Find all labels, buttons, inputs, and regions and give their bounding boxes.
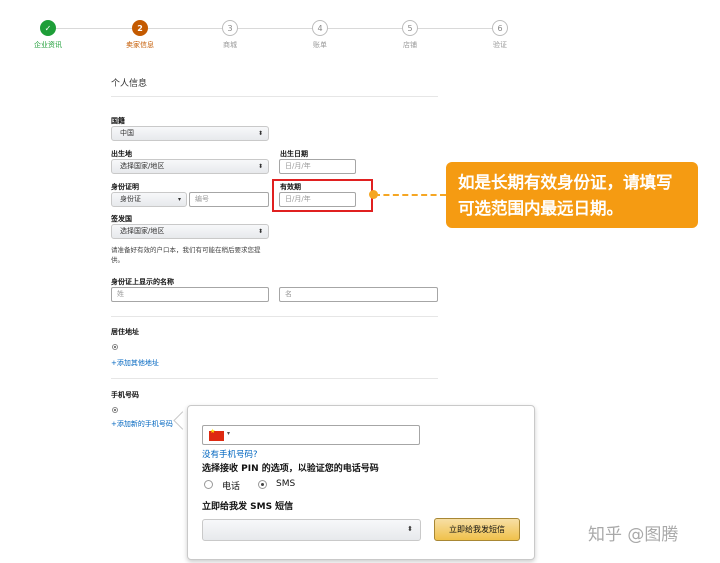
- id-proof-label: 身份证明: [111, 183, 139, 191]
- birthplace-select[interactable]: 选择国家/地区 ⬍: [111, 159, 269, 174]
- step-1-label: 企业资讯: [34, 41, 62, 49]
- section-divider: [111, 96, 438, 97]
- id-type-value: 身份证: [120, 195, 141, 203]
- household-note: 请准备好有效的户口本，我们有可能在稍后要求您提供。: [111, 246, 261, 264]
- address-radio[interactable]: [112, 344, 118, 350]
- step-1-check-icon: ✓: [40, 20, 56, 36]
- step-2-circle: 2: [132, 20, 148, 36]
- step-4-circle: 4: [312, 20, 328, 36]
- step-4-label: 账单: [313, 41, 327, 49]
- nationality-value: 中国: [120, 129, 134, 137]
- call-radio[interactable]: [204, 480, 213, 489]
- address-label: 居住地址: [111, 328, 139, 336]
- expiry-highlight-box: [272, 179, 373, 212]
- issuing-country-select[interactable]: 选择国家/地区 ⬍: [111, 224, 269, 239]
- phone-verify-popup: ▾ 没有手机号码? 选择接收 PIN 的选项，以验证您的电话号码 电话 SMS …: [187, 405, 535, 560]
- name-on-id-label: 身份证上显示的名称: [111, 278, 174, 286]
- sms-heading: 立即给我发 SMS 短信: [202, 502, 294, 512]
- dropdown-caret-icon[interactable]: ▾: [227, 430, 230, 437]
- call-option-label: 电话: [222, 482, 241, 492]
- last-name-input[interactable]: 姓: [111, 287, 269, 302]
- id-type-select[interactable]: 身份证 ▾: [111, 192, 187, 207]
- step-2-label: 卖家信息: [126, 41, 154, 49]
- select-arrows-icon: ⬍: [257, 228, 263, 235]
- section-divider: [111, 316, 438, 317]
- stepper-line: [56, 28, 498, 29]
- step-6-label: 验证: [493, 41, 507, 49]
- section-divider: [111, 378, 438, 379]
- zhihu-watermark: 知乎 @图腾: [588, 525, 679, 545]
- birthdate-label: 出生日期: [280, 150, 308, 158]
- select-arrows-icon: ⬍: [257, 130, 263, 137]
- china-flag-icon[interactable]: [209, 428, 224, 441]
- pin-option-prompt: 选择接收 PIN 的选项，以验证您的电话号码: [202, 464, 379, 474]
- sms-option-label: SMS: [276, 479, 296, 489]
- issuing-country-value: 选择国家/地区: [120, 227, 165, 235]
- step-5-label: 店铺: [403, 41, 417, 49]
- step-6-circle: 6: [492, 20, 508, 36]
- phone-number-input[interactable]: ▾: [202, 425, 420, 445]
- first-name-input[interactable]: 名: [279, 287, 438, 302]
- send-sms-button[interactable]: 立即给我发短信: [434, 518, 520, 541]
- section-title: 个人信息: [111, 79, 148, 89]
- add-phone-link[interactable]: +添加新的手机号码: [111, 419, 173, 429]
- nationality-select[interactable]: 中国 ⬍: [111, 126, 269, 141]
- nationality-label: 国籍: [111, 117, 125, 125]
- birthdate-input[interactable]: 日/月/年: [279, 159, 356, 174]
- add-address-link[interactable]: +添加其他地址: [111, 358, 159, 368]
- birthplace-label: 出生地: [111, 150, 132, 158]
- callout-connector: [374, 194, 446, 196]
- phone-label: 手机号码: [111, 391, 139, 399]
- phone-radio[interactable]: [112, 407, 118, 413]
- sms-country-select[interactable]: ⬍: [202, 519, 421, 541]
- callout-dot: [369, 190, 378, 199]
- expiry-callout: 如是长期有效身份证，请填写可选范围内最远日期。: [446, 162, 698, 228]
- birthplace-value: 选择国家/地区: [120, 162, 165, 170]
- select-arrows-icon: ⬍: [407, 525, 413, 533]
- issuing-country-label: 签发国: [111, 215, 132, 223]
- id-number-input[interactable]: 编号: [189, 192, 269, 207]
- step-3-label: 商城: [223, 41, 237, 49]
- step-3-circle: 3: [222, 20, 238, 36]
- step-5-circle: 5: [402, 20, 418, 36]
- dropdown-caret-icon: ▾: [177, 196, 181, 203]
- sms-radio[interactable]: [258, 480, 267, 489]
- no-phone-link[interactable]: 没有手机号码?: [202, 448, 258, 460]
- select-arrows-icon: ⬍: [257, 163, 263, 170]
